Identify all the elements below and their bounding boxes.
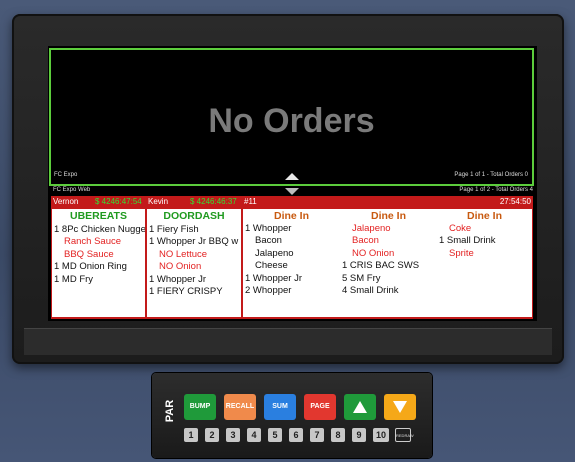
- no-orders-message: No Orders: [208, 102, 375, 140]
- page-button[interactable]: PAGE: [304, 394, 336, 420]
- order-modifier: Coke: [449, 223, 472, 234]
- order-header: Kevin $ 4246:46:37: [146, 196, 242, 208]
- sum-button[interactable]: SUM: [264, 394, 296, 420]
- upper-order-panel: No Orders FC Expo Page 1 of 1 - Total Or…: [49, 48, 534, 186]
- order-card[interactable]: Vernon $ 4246:47:54 UBEREATS 1 8Pc Chick…: [51, 196, 146, 319]
- upper-panel-label: FC Expo: [54, 172, 78, 178]
- order-item: 5 SM Fry: [342, 272, 381, 284]
- order-channel: Dine In: [466, 210, 502, 222]
- number-key-10[interactable]: 10: [373, 428, 389, 442]
- order-subitem: Cheese: [255, 260, 288, 272]
- scroll-up-icon[interactable]: [285, 173, 299, 180]
- order-item: 1 8Pc Chicken Nuggets: [54, 224, 145, 235]
- order-channel: Dine In: [370, 210, 406, 222]
- bump-button[interactable]: BUMP: [184, 394, 216, 420]
- number-key-3[interactable]: 3: [226, 428, 240, 442]
- order-modifier: Bacon: [352, 235, 379, 247]
- order-subitem: Jalapeno: [255, 247, 294, 259]
- recall-button[interactable]: RECALL: [224, 394, 256, 420]
- number-key-8[interactable]: 8: [331, 428, 345, 442]
- order-modifier: Ranch Sauce: [64, 236, 122, 248]
- order-timer: 27:54:50: [499, 197, 531, 206]
- order-modifier: NO Onion: [159, 261, 202, 273]
- order-modifier: NO Lettuce: [159, 248, 208, 260]
- lower-page-info: Page 1 of 2 - Total Orders 4: [459, 187, 533, 193]
- order-timer: $ 4246:47:54: [95, 197, 142, 206]
- order-header: #11 27:54:50: [242, 196, 533, 208]
- order-subitem: Bacon: [255, 235, 282, 247]
- order-column: Coke 1 Small Drink Sprite: [437, 223, 532, 260]
- number-key-1[interactable]: 1: [184, 428, 198, 442]
- order-item: 2 Whopper: [245, 285, 292, 297]
- order-channel: Dine In: [273, 210, 309, 222]
- par-logo: PAR: [164, 399, 177, 423]
- order-item: 4 Small Drink: [342, 285, 399, 297]
- order-modifier: BBQ Sauce: [64, 248, 114, 260]
- number-key-4[interactable]: 4: [247, 428, 261, 442]
- order-channel: DOORDASH: [163, 210, 225, 222]
- monitor-bezel-bottom: [24, 328, 552, 355]
- order-item: 1 Whopper Jr: [245, 272, 303, 284]
- order-body: Dine In Dine In Dine In 1 Whopper Bacon …: [243, 209, 532, 317]
- order-modifier: NO Onion: [352, 247, 395, 259]
- number-key-5[interactable]: 5: [268, 428, 282, 442]
- order-item: 1 Whopper: [245, 223, 292, 234]
- lower-panel-label: FC Expo Web: [53, 187, 91, 193]
- redraw-button[interactable]: REDRAW: [395, 428, 414, 442]
- order-item: 1 Small Drink: [439, 235, 496, 247]
- order-timer: $ 4246:46:37: [190, 197, 237, 206]
- number-key-7[interactable]: 7: [310, 428, 324, 442]
- order-name: Vernon: [53, 197, 79, 206]
- order-item: 1 MD Fry: [54, 273, 94, 285]
- up-arrow-button[interactable]: [344, 394, 376, 420]
- order-modifier: Jalapeno: [352, 223, 391, 234]
- order-item: 1 MD Onion Ring: [54, 261, 127, 273]
- kds-screen: No Orders FC Expo Page 1 of 1 - Total Or…: [48, 46, 537, 321]
- order-item: 1 CRIS BAC SWS: [342, 260, 420, 272]
- order-grid: Vernon $ 4246:47:54 UBEREATS 1 8Pc Chick…: [51, 196, 533, 319]
- number-key-2[interactable]: 2: [205, 428, 219, 442]
- order-column: 1 Whopper Bacon Jalapeno Cheese 1 Whoppe…: [243, 223, 340, 297]
- scroll-down-icon[interactable]: [285, 188, 299, 195]
- order-name: Kevin: [148, 197, 169, 206]
- order-modifier: Sprite: [449, 247, 474, 259]
- order-header: Vernon $ 4246:47:54: [51, 196, 146, 208]
- order-item: 1 FIERY CRISPY: [149, 286, 223, 298]
- upper-page-info: Page 1 of 1 - Total Orders 0: [454, 172, 528, 178]
- order-name: #11: [244, 197, 257, 206]
- order-column: Jalapeno Bacon NO Onion 1 CRIS BAC SWS 5…: [340, 223, 437, 297]
- order-channel: UBEREATS: [70, 210, 127, 222]
- order-card[interactable]: #11 27:54:50 Dine In Dine In Dine In 1 W…: [242, 196, 533, 319]
- order-item: 1 Whopper Jr: [149, 273, 207, 285]
- number-key-6[interactable]: 6: [289, 428, 303, 442]
- order-item: 1 Whopper Jr BBQ w: [149, 236, 239, 248]
- number-key-9[interactable]: 9: [352, 428, 366, 442]
- down-arrow-button[interactable]: [384, 394, 416, 420]
- down-arrow-icon: [393, 401, 407, 413]
- bump-bar-keypad: PAR BUMP RECALL SUM PAGE 1 2 3 4 5 6 7 8…: [152, 373, 432, 458]
- up-arrow-icon: [353, 401, 367, 413]
- order-card[interactable]: Kevin $ 4246:46:37 DOORDASH 1 Fiery Fish…: [146, 196, 242, 319]
- order-item: 1 Fiery Fish: [149, 224, 199, 235]
- order-body: DOORDASH 1 Fiery Fish 1 Whopper Jr BBQ w…: [147, 209, 241, 317]
- order-body: UBEREATS 1 8Pc Chicken Nuggets Ranch Sau…: [52, 209, 145, 317]
